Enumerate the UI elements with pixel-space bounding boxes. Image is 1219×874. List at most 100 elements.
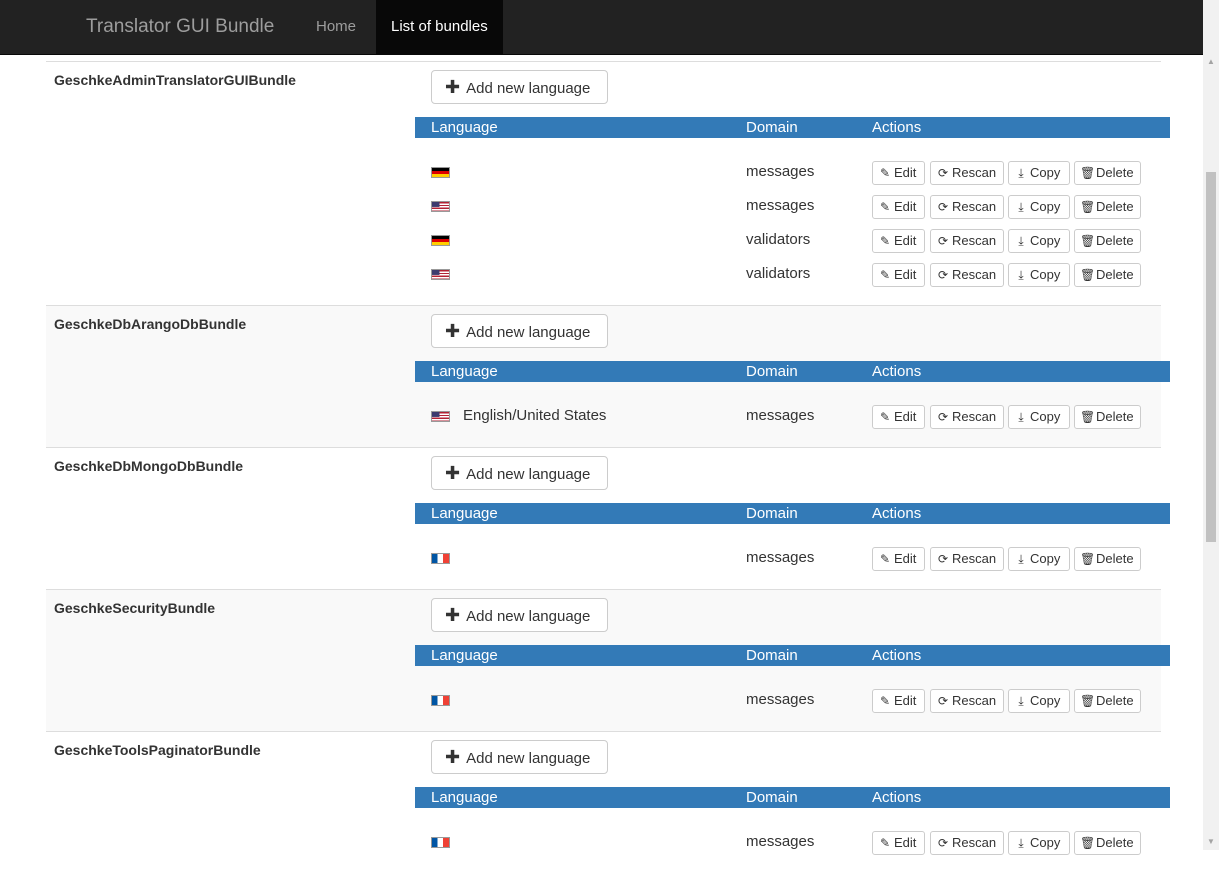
table-row: messages ✎ Edit ⟳ Rescan ⤓ Copy 🗑Delete: [415, 683, 1170, 717]
copy-button[interactable]: ⤓ Copy: [1008, 689, 1070, 713]
table-header: Language Domain Actions: [415, 117, 1170, 138]
rescan-label: Rescan: [952, 693, 997, 708]
copy-label: Copy: [1030, 165, 1061, 180]
rescan-button[interactable]: ⟳ Rescan: [930, 229, 1004, 253]
trash-icon: 🗑: [1080, 200, 1096, 214]
download-icon: ⤓: [1018, 410, 1024, 424]
top-navbar: Translator GUI Bundle Home List of bundl…: [0, 0, 1203, 55]
column-header-actions: Actions: [872, 647, 922, 664]
edit-label: Edit: [894, 409, 917, 424]
add-new-language-label: Add new language: [466, 466, 591, 483]
edit-button[interactable]: ✎ Edit: [872, 161, 925, 185]
copy-button[interactable]: ⤓ Copy: [1008, 195, 1070, 219]
table-header: Language Domain Actions: [415, 787, 1170, 808]
column-header-language: Language: [431, 789, 498, 806]
table-row: English/United States messages ✎ Edit ⟳ Resca…: [415, 399, 1170, 433]
add-new-language-button[interactable]: ✚ Add new language: [431, 598, 608, 632]
delete-button[interactable]: 🗑Delete: [1074, 195, 1141, 219]
rescan-button[interactable]: ⟳ Rescan: [930, 161, 1004, 185]
rescan-button[interactable]: ⟳ Rescan: [930, 405, 1004, 429]
column-header-domain: Domain: [746, 789, 798, 806]
download-icon: ⤓: [1018, 552, 1024, 566]
delete-button[interactable]: 🗑Delete: [1074, 405, 1141, 429]
pencil-icon: ✎: [879, 200, 891, 214]
add-new-language-label: Add new language: [466, 80, 591, 97]
rescan-label: Rescan: [952, 199, 997, 214]
edit-button[interactable]: ✎ Edit: [872, 195, 925, 219]
copy-label: Copy: [1030, 233, 1061, 248]
copy-button[interactable]: ⤓ Copy: [1008, 229, 1070, 253]
trash-icon: 🗑: [1080, 694, 1096, 708]
delete-button[interactable]: 🗑Delete: [1074, 689, 1141, 713]
plus-icon: ✚: [445, 605, 461, 625]
rescan-button[interactable]: ⟳ Rescan: [930, 689, 1004, 713]
table-row: messages ✎ Edit ⟳ Rescan ⤓ Copy 🗑Delete: [415, 541, 1170, 575]
column-header-language: Language: [431, 119, 498, 136]
delete-button[interactable]: 🗑Delete: [1074, 263, 1141, 287]
add-new-language-button[interactable]: ✚ Add new language: [431, 314, 608, 348]
column-header-domain: Domain: [746, 647, 798, 664]
pencil-icon: ✎: [879, 234, 891, 248]
bundle-name: GeschkeToolsPaginatorBundle: [54, 742, 261, 758]
flag-us-icon: [431, 269, 450, 280]
domain-name: messages: [746, 407, 815, 424]
vertical-scrollbar[interactable]: ▲ ▼: [1203, 0, 1219, 850]
add-new-language-button[interactable]: ✚ Add new language: [431, 456, 608, 490]
copy-button[interactable]: ⤓ Copy: [1008, 161, 1070, 185]
edit-button[interactable]: ✎ Edit: [872, 689, 925, 713]
rescan-button[interactable]: ⟳ Rescan: [930, 547, 1004, 571]
rescan-button[interactable]: ⟳ Rescan: [930, 831, 1004, 855]
pencil-icon: ✎: [879, 552, 891, 566]
copy-button[interactable]: ⤓ Copy: [1008, 547, 1070, 571]
scroll-up-arrow-icon[interactable]: ▲: [1203, 54, 1219, 70]
nav-link-list-of-bundles[interactable]: List of bundles: [376, 0, 503, 54]
delete-button[interactable]: 🗑Delete: [1074, 831, 1141, 855]
delete-label: Delete: [1096, 199, 1134, 214]
scrollbar-thumb[interactable]: [1206, 172, 1216, 542]
trash-icon: 🗑: [1080, 410, 1096, 424]
flag-de-icon: [431, 167, 450, 178]
rescan-label: Rescan: [952, 233, 997, 248]
trash-icon: 🗑: [1080, 268, 1096, 282]
edit-button[interactable]: ✎ Edit: [872, 263, 925, 287]
edit-button[interactable]: ✎ Edit: [872, 831, 925, 855]
rescan-button[interactable]: ⟳ Rescan: [930, 195, 1004, 219]
refresh-icon: ⟳: [937, 694, 949, 708]
nav-link-home[interactable]: Home: [301, 0, 371, 54]
edit-button[interactable]: ✎ Edit: [872, 547, 925, 571]
domain-name: messages: [746, 691, 815, 708]
copy-button[interactable]: ⤓ Copy: [1008, 263, 1070, 287]
delete-button[interactable]: 🗑Delete: [1074, 229, 1141, 253]
download-icon: ⤓: [1018, 234, 1024, 248]
rescan-button[interactable]: ⟳ Rescan: [930, 263, 1004, 287]
flag-de-icon: [431, 235, 450, 246]
delete-button[interactable]: 🗑Delete: [1074, 161, 1141, 185]
copy-label: Copy: [1030, 835, 1061, 850]
domain-name: validators: [746, 265, 811, 282]
download-icon: ⤓: [1018, 694, 1024, 708]
edit-label: Edit: [894, 199, 917, 214]
navbar-brand[interactable]: Translator GUI Bundle: [86, 0, 274, 54]
pencil-icon: ✎: [879, 268, 891, 282]
column-header-language: Language: [431, 647, 498, 664]
rescan-label: Rescan: [952, 835, 997, 850]
edit-button[interactable]: ✎ Edit: [872, 405, 925, 429]
column-header-language: Language: [431, 505, 498, 522]
table-row: validators ✎ Edit ⟳ Rescan ⤓ Copy 🗑Delete: [415, 223, 1170, 257]
plus-icon: ✚: [445, 321, 461, 341]
delete-button[interactable]: 🗑Delete: [1074, 547, 1141, 571]
domain-name: messages: [746, 549, 815, 566]
plus-icon: ✚: [445, 747, 461, 767]
add-new-language-button[interactable]: ✚ Add new language: [431, 70, 608, 104]
copy-button[interactable]: ⤓ Copy: [1008, 405, 1070, 429]
flag-fr-icon: [431, 553, 450, 564]
edit-button[interactable]: ✎ Edit: [872, 229, 925, 253]
rescan-label: Rescan: [952, 409, 997, 424]
table-row: messages ✎ Edit ⟳ Rescan ⤓ Copy 🗑Delete: [415, 825, 1170, 859]
column-header-actions: Actions: [872, 789, 922, 806]
download-icon: ⤓: [1018, 200, 1024, 214]
copy-button[interactable]: ⤓ Copy: [1008, 831, 1070, 855]
scroll-down-arrow-icon[interactable]: ▼: [1203, 834, 1219, 850]
refresh-icon: ⟳: [937, 234, 949, 248]
add-new-language-button[interactable]: ✚ Add new language: [431, 740, 608, 774]
